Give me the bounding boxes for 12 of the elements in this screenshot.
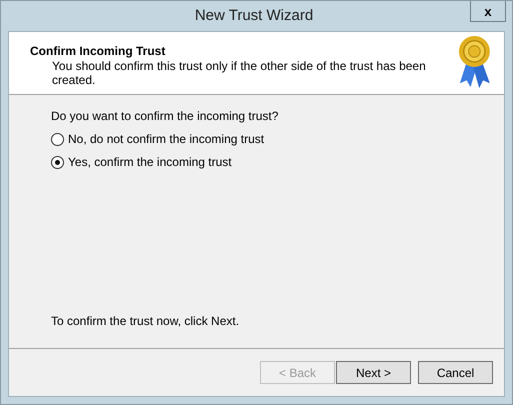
radio-button[interactable] (51, 156, 64, 168)
radio-button[interactable] (51, 132, 64, 146)
wizard-button[interactable]: Next > (336, 361, 411, 384)
instruction-text: To confirm the trust now, click Next. (51, 314, 240, 328)
option-label[interactable]: Yes, confirm the incoming trust (68, 155, 232, 169)
wizard-button[interactable]: Cancel (418, 361, 493, 384)
page-subtitle: You should confirm this trust only if the other side of the trust has been created. (52, 59, 427, 87)
question-label: Do you want to confirm the incoming trust? (51, 109, 280, 123)
close-button[interactable]: x (470, 1, 506, 22)
window-title: New Trust Wizard (194, 6, 314, 26)
option-label[interactable]: No, do not confirm the incoming trust (68, 132, 264, 146)
page-title: Confirm Incoming Trust (30, 44, 166, 58)
